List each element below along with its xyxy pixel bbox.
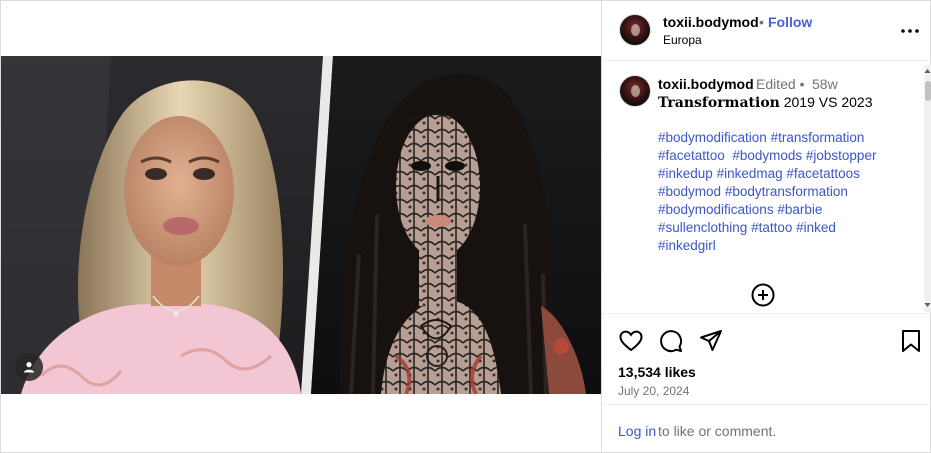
bookmark-icon xyxy=(902,330,920,352)
user-icon xyxy=(24,362,34,373)
header-separator: • xyxy=(759,14,764,30)
load-more-comments-button[interactable] xyxy=(750,282,776,308)
hashtag-link[interactable]: #bodymod xyxy=(658,184,721,199)
hashtag-link[interactable]: #bodymodification xyxy=(658,130,767,145)
post-date[interactable]: July 20, 2024 xyxy=(618,384,689,398)
comment-button[interactable] xyxy=(658,328,684,354)
scroll-down-arrow-icon[interactable] xyxy=(924,301,931,309)
login-link[interactable]: Log in xyxy=(618,423,656,439)
post-media xyxy=(1,1,601,451)
hashtag-link[interactable]: #tattoo xyxy=(751,220,792,235)
login-prompt-text: to like or comment. xyxy=(658,423,777,439)
hashtag-link[interactable]: #transformation xyxy=(771,130,865,145)
hashtag-link[interactable]: #jobstopper xyxy=(806,148,877,163)
hashtag-link[interactable]: #facetattoos xyxy=(786,166,860,181)
hashtag-link[interactable]: #inked xyxy=(796,220,836,235)
caption-title-bold: Transformation xyxy=(658,95,780,111)
post-header: toxii.bodymod • Follow Europa xyxy=(602,1,931,61)
post-photo[interactable] xyxy=(1,56,601,394)
share-button[interactable] xyxy=(698,328,724,354)
author-avatar[interactable] xyxy=(619,14,651,46)
post-sidebar: toxii.bodymod • Follow Europa toxii.body… xyxy=(601,1,931,451)
comments-section: toxii.bodymod Edited • 58w Transformatio… xyxy=(602,62,931,312)
comment-icon xyxy=(660,330,683,353)
hashtag-link[interactable]: #inkedmag xyxy=(717,166,783,181)
caption-timestamp[interactable]: 58w xyxy=(812,76,838,92)
heart-icon xyxy=(619,330,643,352)
hashtag-link[interactable]: #bodymodifications xyxy=(658,202,774,217)
likes-count[interactable]: 13,534 likes xyxy=(618,364,696,380)
caption-username[interactable]: toxii.bodymod xyxy=(658,76,754,92)
hashtag-link[interactable]: #inkedgirl xyxy=(658,238,716,253)
save-button[interactable] xyxy=(898,328,924,354)
post-location[interactable]: Europa xyxy=(663,33,702,47)
scroll-up-arrow-icon[interactable] xyxy=(924,67,931,75)
hashtag-link[interactable]: #bodymods xyxy=(732,148,802,163)
caption-edited-label: Edited • xyxy=(756,76,805,92)
login-prompt: Log in to like or comment. xyxy=(602,404,931,451)
author-username[interactable]: toxii.bodymod xyxy=(663,14,759,30)
caption-hashtags: #bodymodification #transformation #facet… xyxy=(658,129,908,255)
caption-author-avatar[interactable] xyxy=(619,75,651,107)
more-options-button[interactable] xyxy=(898,19,922,43)
hashtag-link[interactable]: #barbie xyxy=(777,202,822,217)
plus-circle-icon xyxy=(751,283,775,307)
hashtag-link[interactable]: #sullenclothing xyxy=(658,220,747,235)
scrollbar-thumb[interactable] xyxy=(925,81,931,101)
comments-scrollbar[interactable] xyxy=(924,65,931,312)
caption-title-rest: 2019 VS 2023 xyxy=(779,94,873,110)
like-button[interactable] xyxy=(618,328,644,354)
tagged-user-button[interactable] xyxy=(15,353,43,381)
more-horizontal-icon xyxy=(901,29,919,33)
hashtag-link[interactable]: #bodytransformation xyxy=(725,184,848,199)
send-icon xyxy=(700,330,722,351)
hashtag-link[interactable]: #inkedup xyxy=(658,166,713,181)
follow-button[interactable]: Follow xyxy=(768,14,812,30)
post-actions: 13,534 likes July 20, 2024 xyxy=(602,313,931,403)
caption-title: Transformation 2019 VS 2023 xyxy=(658,94,872,111)
hashtag-link[interactable]: #facetattoo xyxy=(658,148,725,163)
